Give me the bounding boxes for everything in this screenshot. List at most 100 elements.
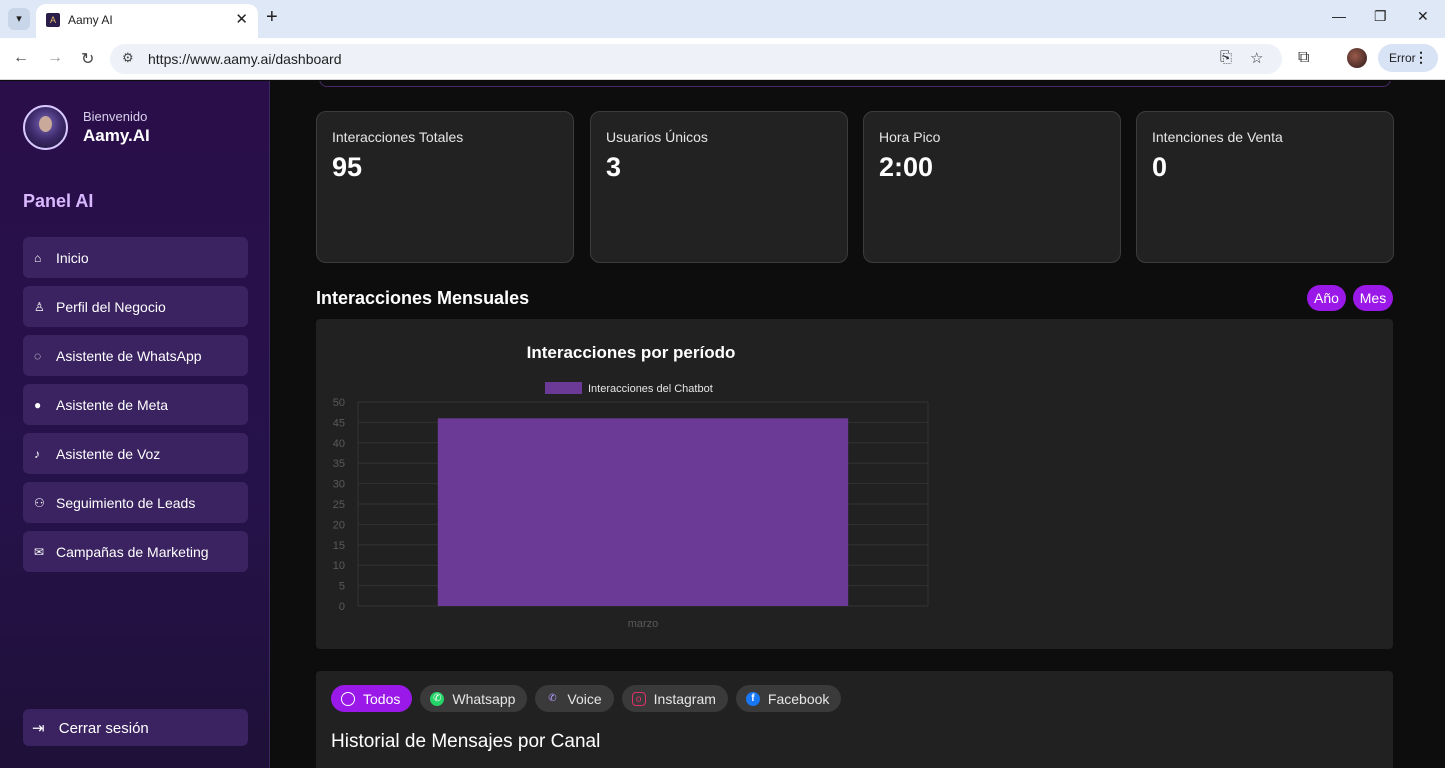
- y-tick-label: 30: [333, 479, 345, 491]
- stat-value: 95: [332, 152, 363, 182]
- sidebar-item-label: Inicio: [56, 249, 89, 266]
- main-content: Interacciones Totales 95 Usuarios Únicos…: [271, 81, 1445, 768]
- sidebar-item-voz[interactable]: ♪ Asistente de Voz: [23, 433, 248, 474]
- home-icon: ⌂: [34, 250, 42, 265]
- url-text[interactable]: https://www.aamy.ai/dashboard: [148, 51, 342, 67]
- reload-button[interactable]: ↻: [81, 49, 94, 69]
- facebook-icon: f: [745, 691, 760, 706]
- chart-card: Interacciones por período Interacciones d…: [316, 319, 1393, 649]
- back-button[interactable]: ←: [13, 49, 29, 67]
- whatsapp-icon: ✆: [430, 691, 445, 706]
- profile-error-label: Error: [1389, 51, 1416, 65]
- profile-avatar[interactable]: [1347, 48, 1367, 68]
- phone-icon: ✆: [548, 692, 557, 704]
- bar: [437, 418, 849, 606]
- stat-value: 3: [606, 152, 622, 182]
- avatar: [23, 105, 68, 150]
- y-tick-label: 10: [333, 560, 345, 572]
- bar-chart: Interacciones por período Interacciones d…: [333, 343, 929, 630]
- year-button[interactable]: Año: [1307, 285, 1346, 311]
- browser-tab[interactable]: A Aamy AI ✕: [36, 4, 258, 38]
- stat-label: Usuarios Únicos: [606, 129, 708, 145]
- favicon-icon: A: [46, 13, 60, 27]
- brand-name: Aamy.AI: [83, 126, 150, 145]
- stat-value: 0: [1152, 152, 1168, 182]
- y-tick-label: 35: [333, 458, 345, 470]
- y-tick-label: 45: [333, 417, 345, 429]
- install-app-icon[interactable]: ⎘: [1220, 49, 1232, 66]
- sidebar-item-label: Asistente de Voz: [56, 445, 161, 462]
- filter-whatsapp[interactable]: ✆ Whatsapp: [420, 685, 528, 712]
- new-tab-button[interactable]: +: [266, 6, 278, 29]
- minimize-button[interactable]: —: [1332, 8, 1346, 24]
- profile-error-button[interactable]: Error ⋮: [1378, 44, 1438, 72]
- stat-card-ventas: Intenciones de Venta 0: [1136, 111, 1394, 263]
- month-button[interactable]: Mes: [1353, 285, 1393, 311]
- sidebar-menu: ⌂ Inicio ♙ Perfil del Negocio ◌ Asistent…: [23, 237, 248, 580]
- sidebar-item-leads[interactable]: ⚇ Seguimiento de Leads: [23, 482, 248, 523]
- logout-icon: ⇥: [32, 720, 45, 737]
- sidebar-item-label: Asistente de WhatsApp: [56, 347, 202, 364]
- filter-label: Facebook: [767, 690, 830, 707]
- legend-label: Interacciones del Chatbot: [588, 383, 713, 395]
- sidebar-item-perfil[interactable]: ♙ Perfil del Negocio: [23, 286, 248, 327]
- sidebar-item-inicio[interactable]: ⌂ Inicio: [23, 237, 248, 278]
- users-icon: ⚇: [34, 495, 45, 510]
- whatsapp-icon: ◌: [34, 348, 42, 363]
- welcome-text: Bienvenido: [83, 109, 148, 124]
- filter-label: Instagram: [653, 690, 716, 707]
- section-title: Interacciones Mensuales: [316, 288, 530, 308]
- microphone-icon: ♪: [34, 446, 40, 461]
- y-tick-label: 5: [339, 581, 345, 593]
- y-tick-label: 50: [333, 397, 345, 409]
- y-tick-label: 15: [333, 540, 345, 552]
- instagram-icon: o: [631, 691, 646, 706]
- sidebar: Bienvenido Aamy.AI Panel AI ⌂ Inicio ♙ P…: [0, 81, 270, 768]
- logout-label: Cerrar sesión: [58, 720, 149, 737]
- messenger-icon: ●: [34, 397, 42, 412]
- chat-icon: [341, 691, 355, 706]
- channel-filters: Todos ✆ Whatsapp ✆ Voice o Instagram f F…: [331, 685, 849, 712]
- y-tick-label: 0: [339, 601, 345, 613]
- stat-card-interacciones: Interacciones Totales 95: [316, 111, 574, 263]
- sidebar-item-whatsapp[interactable]: ◌ Asistente de WhatsApp: [23, 335, 248, 376]
- filter-instagram[interactable]: o Instagram: [621, 685, 728, 712]
- url-bar[interactable]: ⚙ https://www.aamy.ai/dashboard ⎘ ☆: [110, 44, 1282, 74]
- panel-title: Panel AI: [23, 191, 94, 211]
- sidebar-item-label: Perfil del Negocio: [56, 298, 166, 315]
- sidebar-item-marketing[interactable]: ✉ Campañas de Marketing: [23, 531, 248, 572]
- browser-tab-bar: ▾ A Aamy AI ✕ + — ❐ ✕: [0, 0, 1445, 38]
- filter-voice[interactable]: ✆ Voice: [535, 685, 614, 712]
- stat-card-hora-pico: Hora Pico 2:00: [863, 111, 1121, 263]
- y-tick-label: 40: [333, 438, 345, 450]
- close-tab-icon[interactable]: ✕: [235, 10, 248, 28]
- stat-label: Hora Pico: [879, 129, 941, 145]
- chart-title: Interacciones por período: [527, 343, 736, 362]
- y-tick-label: 20: [333, 519, 345, 531]
- logout-button[interactable]: ⇥ Cerrar sesión: [23, 709, 248, 746]
- header-strip: [319, 81, 1391, 87]
- filter-todos[interactable]: Todos: [331, 685, 413, 712]
- sidebar-item-label: Asistente de Meta: [56, 396, 169, 413]
- forward-button[interactable]: →: [47, 49, 63, 67]
- more-menu-icon[interactable]: ⋮: [1414, 49, 1428, 66]
- mail-icon: ✉: [34, 544, 45, 559]
- bookmark-star-icon[interactable]: ☆: [1250, 49, 1263, 67]
- extensions-icon[interactable]: ⧉: [1298, 49, 1309, 67]
- close-window-button[interactable]: ✕: [1417, 8, 1429, 25]
- filter-label: Whatsapp: [452, 690, 516, 707]
- user-icon: ♙: [34, 299, 45, 314]
- sidebar-item-label: Campañas de Marketing: [56, 543, 209, 560]
- stat-label: Interacciones Totales: [332, 129, 464, 145]
- x-tick-label: marzo: [628, 618, 659, 630]
- filter-label: Todos: [363, 690, 401, 707]
- filter-facebook[interactable]: f Facebook: [735, 685, 842, 712]
- site-info-icon[interactable]: ⚙: [122, 50, 134, 66]
- messages-title: Historial de Mensajes por Canal: [331, 731, 601, 752]
- stat-label: Intenciones de Venta: [1152, 129, 1283, 145]
- restore-button[interactable]: ❐: [1374, 8, 1387, 25]
- sidebar-item-label: Seguimiento de Leads: [56, 494, 196, 511]
- sidebar-item-meta[interactable]: ● Asistente de Meta: [23, 384, 248, 425]
- stat-value: 2:00: [879, 152, 934, 182]
- tab-search-button[interactable]: ▾: [8, 8, 30, 30]
